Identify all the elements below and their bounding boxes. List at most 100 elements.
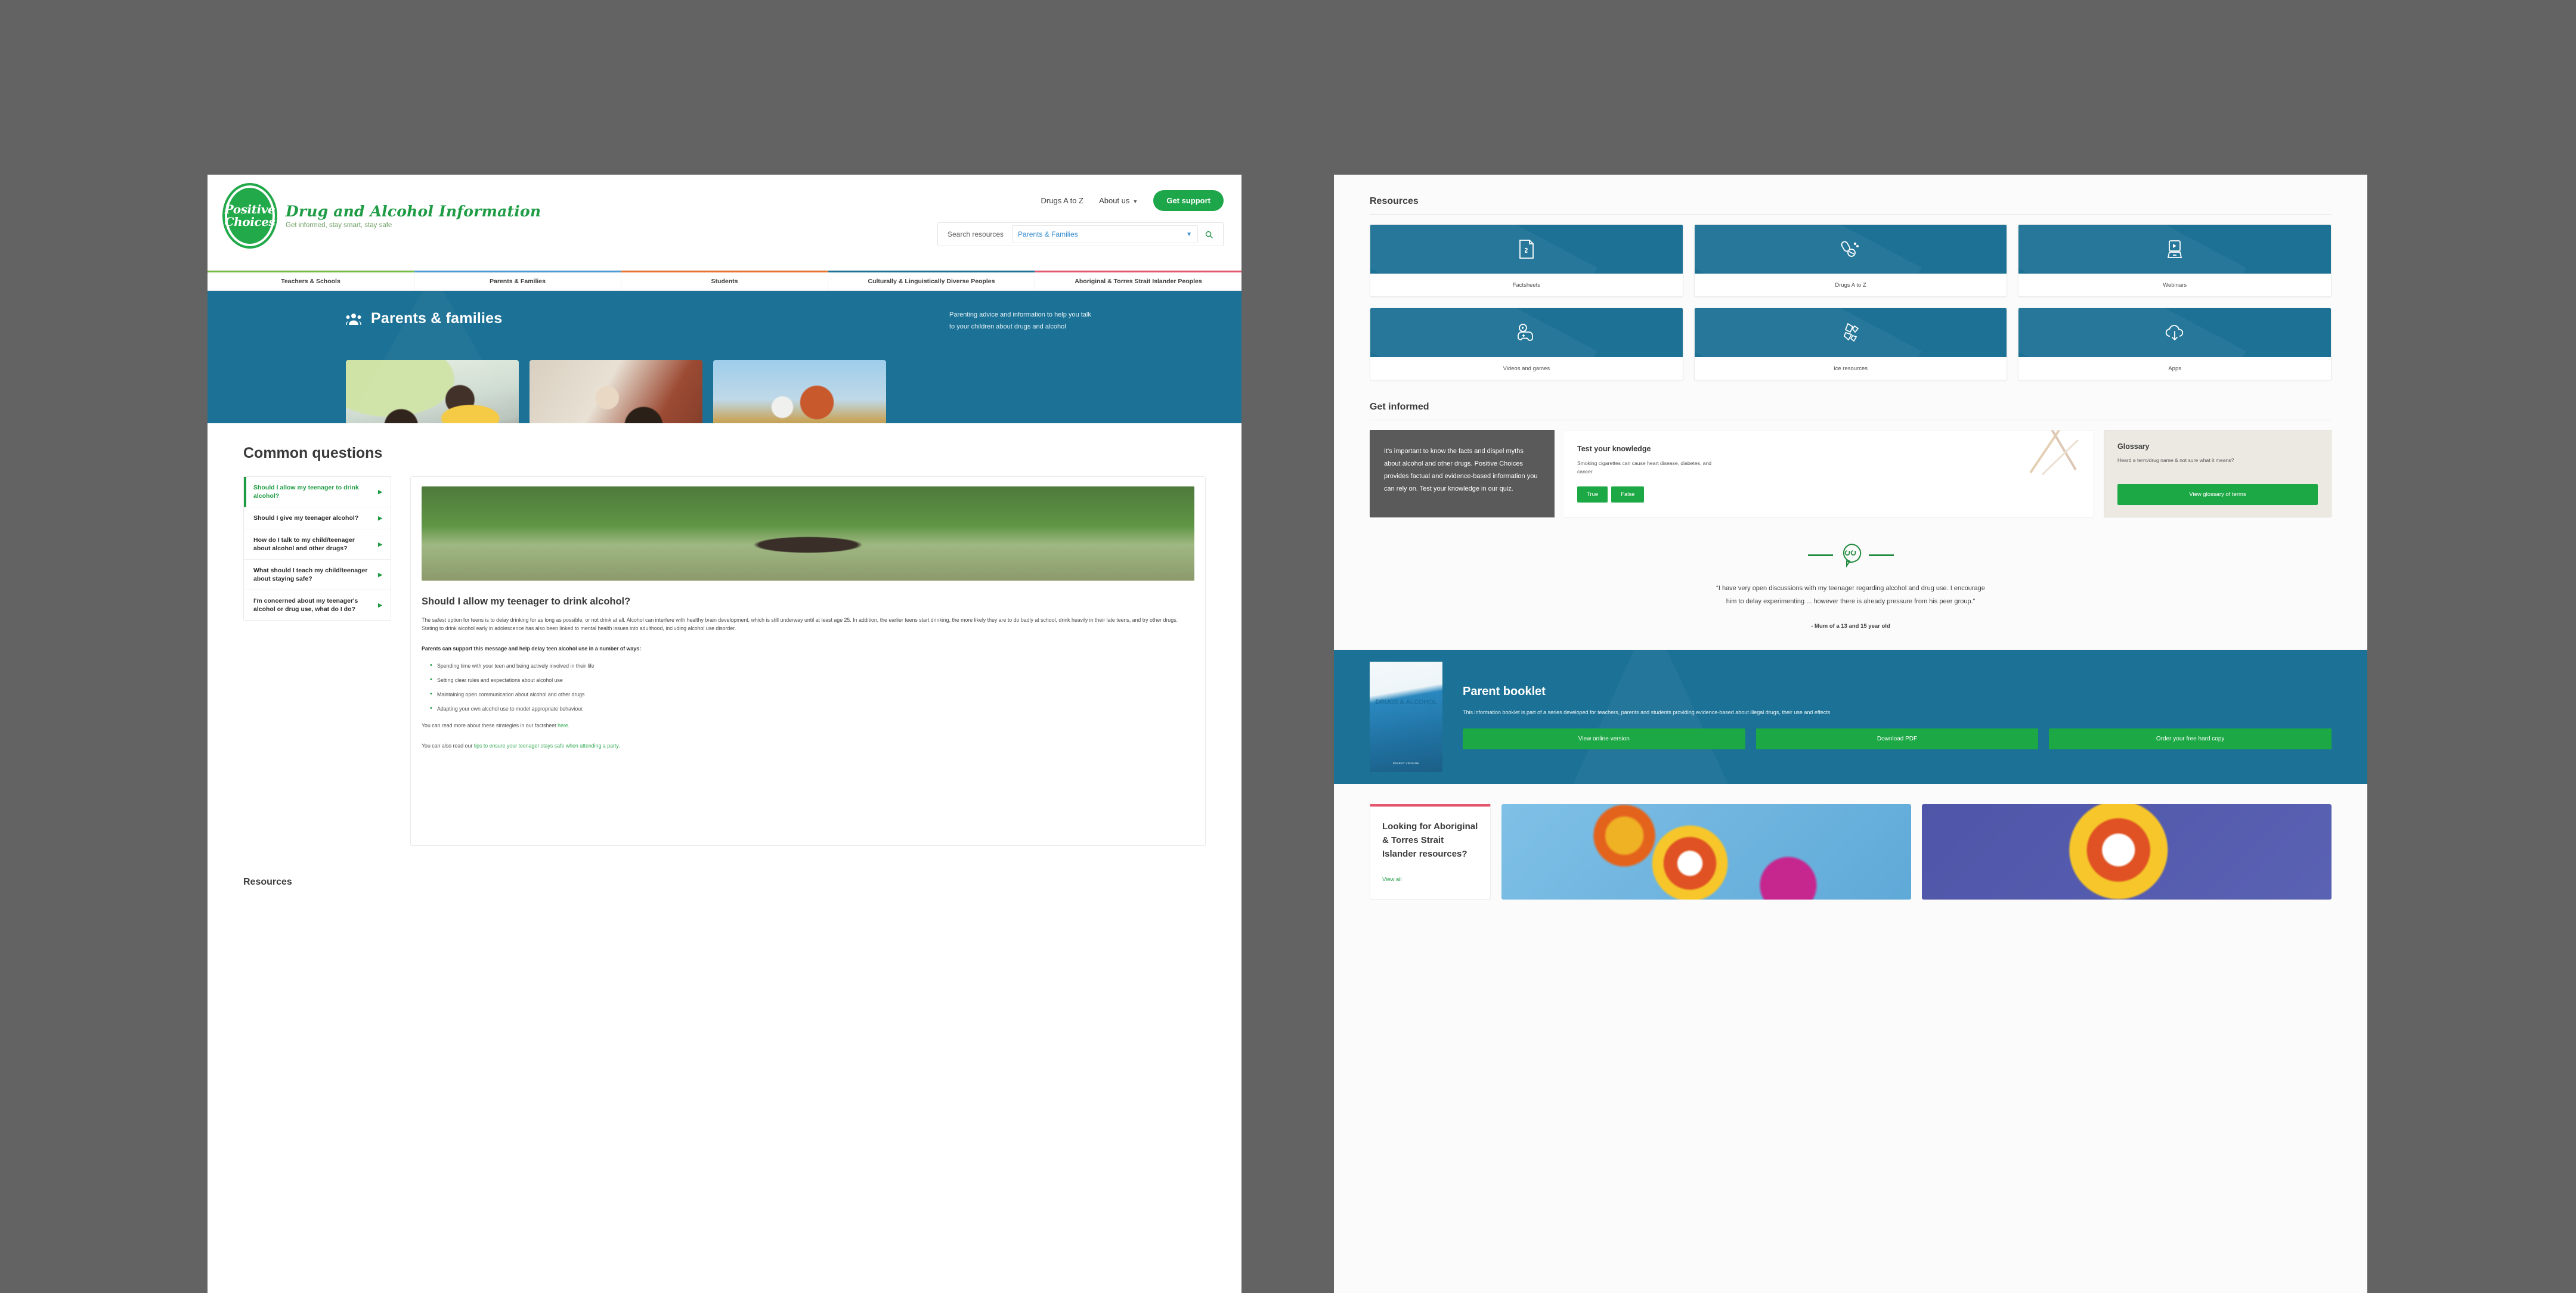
triangle-right-icon: ▶ (378, 515, 382, 521)
article-bullet: Adapting your own alcohol use to model a… (430, 705, 1194, 713)
quiz-title: Test your knowledge (1577, 445, 1651, 453)
resource-tile-ice-resources[interactable]: Ice resources (1693, 308, 2008, 380)
divider (1807, 554, 1833, 556)
divider (1370, 214, 2332, 215)
nav-item-culturally-diverse[interactable]: Culturally & Linguistically Diverse Peop… (828, 271, 1035, 290)
quiz-question: Smoking cigarettes can cause heart disea… (1577, 460, 1712, 475)
booklet-title: Parent booklet (1463, 684, 1546, 698)
indigenous-resources-card: Looking for Aboriginal & Torres Strait I… (1370, 804, 1491, 900)
view-online-button[interactable]: View online version (1463, 728, 1745, 749)
nav-item-label: Teachers & Schools (281, 278, 340, 285)
triangle-right-icon: ▶ (378, 602, 382, 608)
search-audience-value: Parents & Families (1018, 230, 1078, 238)
booklet-button-row: View online version Download PDF Order y… (1463, 728, 2332, 749)
search-bar: Search resources Parents & Families ▼ (937, 222, 1224, 246)
testimonial-line-1: “I have very open discussions with my te… (1716, 585, 1985, 592)
nav-item-students[interactable]: Students (621, 271, 828, 290)
quiz-false-button[interactable]: False (1611, 486, 1645, 503)
resource-tile-drugs-a-to-z[interactable]: Drugs A to Z (1693, 224, 2008, 297)
glossary-card: Glossary Heard a term/drug name & not su… (2104, 430, 2332, 517)
resources-heading: Resources (1370, 196, 1419, 206)
common-questions-heading: Common questions (243, 445, 383, 461)
booklet-description: This information booklet is part of a se… (1463, 709, 1831, 715)
question-label: I'm concerned about my teenager's alcoho… (253, 597, 358, 613)
resource-tile-apps[interactable]: Apps (2018, 308, 2332, 380)
quote-mark-icon (1843, 543, 1861, 568)
article-image (422, 486, 1194, 581)
tile-label: Videos and games (1503, 365, 1550, 372)
article-paragraph: The safest option for teens is to delay … (422, 617, 1178, 631)
article-bullet: Spending time with your teen and being a… (430, 662, 1194, 670)
booklet-cover-image: DRUGS & ALCOHOL WHAT YOU NEED TO KNOW PA… (1370, 662, 1442, 772)
hero-card-image (346, 360, 519, 423)
nav-item-label: Aboriginal & Torres Strait Islander Peop… (1075, 278, 1202, 285)
hero-card[interactable]: Concerned your child may be using drugs?… (713, 360, 886, 423)
quiz-true-button[interactable]: True (1577, 486, 1608, 503)
question-label: Should I allow my teenager to drink alco… (253, 484, 359, 500)
question-item-3[interactable]: How do I talk to my child/teenager about… (244, 529, 391, 560)
indigenous-artwork-1[interactable] (1501, 804, 1911, 900)
article-footer-text: You can also read our (422, 743, 474, 749)
quote-decoration (1334, 542, 2367, 568)
resource-tile-grid: Factsheets Drugs A to Z Webinars Videos … (1370, 224, 2332, 380)
common-questions-list: Should I allow my teenager to drink alco… (243, 476, 391, 621)
tile-label: Ice resources (1833, 365, 1868, 372)
nav-item-parents-families[interactable]: Parents & Families (414, 271, 621, 290)
indigenous-artwork-2[interactable] (1922, 804, 2332, 900)
pills-icon (1841, 241, 1859, 257)
site-header: Positive Choices Drug and Alcohol Inform… (208, 175, 1241, 270)
testimonial-attribution: - Mum of a 13 and 15 year old (1811, 623, 1890, 630)
tile-label: Factsheets (1512, 281, 1541, 289)
party-tips-link[interactable]: tips to ensure your teenager stays safe … (474, 743, 620, 749)
page-title: Parents & families (371, 310, 503, 327)
logo-badge-line2: Choices (224, 215, 275, 229)
hero-subtitle-line1: Parenting advice and information to help… (949, 311, 1091, 318)
question-item-4[interactable]: What should I teach my child/teenager ab… (244, 560, 391, 590)
question-item-1[interactable]: Should I allow my teenager to drink alco… (244, 477, 391, 507)
browser-right-panel: Resources Factsheets Drugs A to Z Webina… (1334, 175, 2367, 1293)
hero-subtitle-line2: to your children about drugs and alcohol (949, 323, 1066, 330)
search-submit-button[interactable] (1198, 230, 1219, 239)
browser-left-panel: Positive Choices Drug and Alcohol Inform… (208, 175, 1241, 1293)
tile-image (1370, 225, 1683, 274)
resources-section: Resources Factsheets Drugs A to Z Webina… (1334, 175, 2367, 380)
hero-card[interactable]: Starting the conversation ▼ (530, 360, 702, 423)
download-pdf-button[interactable]: Download PDF (1755, 728, 2039, 749)
hero-title-row: Parents & families (346, 310, 502, 327)
site-logo[interactable]: Positive Choices Drug and Alcohol Inform… (222, 183, 541, 249)
document-icon (1519, 240, 1534, 259)
tile-image (1694, 308, 2007, 357)
nav-item-teachers-schools[interactable]: Teachers & Schools (208, 271, 414, 290)
get-support-button[interactable]: Get support (1153, 190, 1224, 211)
view-all-link[interactable]: View all (1382, 876, 1478, 883)
glossary-subtitle: Heard a term/drug name & not sure what i… (2117, 457, 2234, 463)
triangle-right-icon: ▶ (378, 489, 382, 495)
article-footer-text: You can read more about these strategies… (422, 723, 558, 728)
nav-item-label: Students (711, 278, 738, 285)
tile-image (2018, 308, 2331, 357)
hero-card[interactable]: What can parents do? ▼ (346, 360, 519, 423)
tile-label: Drugs A to Z (1835, 281, 1866, 289)
question-label: What should I teach my child/teenager ab… (253, 567, 368, 582)
top-link-about-us[interactable]: About us ▼ (1099, 196, 1138, 205)
indigenous-resources-section: Looking for Aboriginal & Torres Strait I… (1334, 784, 2367, 900)
search-input[interactable]: Search resources (942, 230, 1010, 238)
factsheet-link[interactable]: here. (558, 723, 569, 728)
nav-item-aboriginal-torres-strait[interactable]: Aboriginal & Torres Strait Islander Peop… (1035, 271, 1241, 290)
search-audience-select[interactable]: Parents & Families ▼ (1012, 225, 1198, 243)
logo-title: Drug and Alcohol Information (286, 203, 541, 220)
article-footer-line-2: You can also read our tips to ensure you… (422, 743, 1194, 749)
resource-tile-webinars[interactable]: Webinars (2018, 224, 2332, 297)
resource-tile-videos-games[interactable]: Videos and games (1370, 308, 1683, 380)
common-questions-section: Common questions Should I allow my teena… (208, 423, 1241, 846)
resource-tile-factsheets[interactable]: Factsheets (1370, 224, 1683, 297)
testimonial-line-2: him to delay experimenting ... however t… (1726, 598, 1976, 605)
view-glossary-button[interactable]: View glossary of terms (2117, 484, 2318, 505)
order-hard-copy-button[interactable]: Order your free hard copy (2049, 728, 2332, 749)
people-group-icon (346, 313, 361, 325)
tile-label: Apps (2168, 365, 2181, 372)
question-item-5[interactable]: I'm concerned about my teenager's alcoho… (244, 590, 391, 620)
question-item-2[interactable]: Should I give my teenager alcohol? ▶ (244, 507, 391, 529)
get-informed-section: Get informed It's important to know the … (1334, 380, 2367, 517)
top-link-drugs-a-to-z[interactable]: Drugs A to Z (1041, 196, 1084, 205)
